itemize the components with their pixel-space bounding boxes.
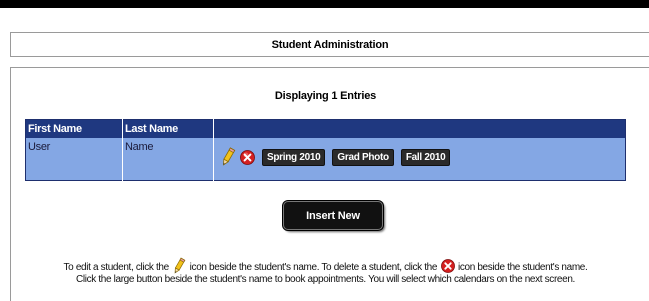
student-list-panel: Displaying 1 Entries First Name Last Nam…	[10, 67, 649, 301]
student-table: First Name Last Name User Name Spring 20…	[25, 119, 626, 181]
column-header-last-name: Last Name	[122, 119, 214, 138]
pencil-icon[interactable]	[220, 147, 236, 167]
page-title: Student Administration	[10, 32, 649, 57]
table-row: User Name Spring 2010 Grad Photo Fall 20…	[25, 138, 626, 181]
calendar-button-grad-photo[interactable]: Grad Photo	[332, 148, 394, 166]
first-name-cell: User	[25, 138, 123, 181]
help-text-part1: To edit a student, click the	[63, 262, 170, 274]
table-header-row: First Name Last Name	[25, 119, 626, 138]
column-header-first-name: First Name	[25, 119, 123, 138]
top-bar	[0, 0, 649, 8]
entries-count: Displaying 1 Entries	[274, 90, 377, 102]
delete-x-icon[interactable]	[240, 149, 255, 165]
help-text-part3: icon beside the student's name.	[457, 262, 588, 274]
calendar-button-fall-2010[interactable]: Fall 2010	[400, 148, 451, 166]
row-actions: Spring 2010 Grad Photo Fall 2010	[216, 141, 623, 167]
insert-new-button[interactable]: Insert New	[283, 201, 383, 230]
help-text-part2: icon beside the student's name. To delet…	[189, 262, 438, 274]
calendar-button-spring-2010[interactable]: Spring 2010	[262, 148, 326, 166]
last-name-cell: Name	[122, 138, 214, 181]
help-text-booking: Click the large button beside the studen…	[76, 274, 575, 285]
page-title-text: Student Administration	[271, 38, 389, 51]
column-header-actions	[213, 119, 626, 138]
actions-cell: Spring 2010 Grad Photo Fall 2010	[213, 138, 626, 181]
